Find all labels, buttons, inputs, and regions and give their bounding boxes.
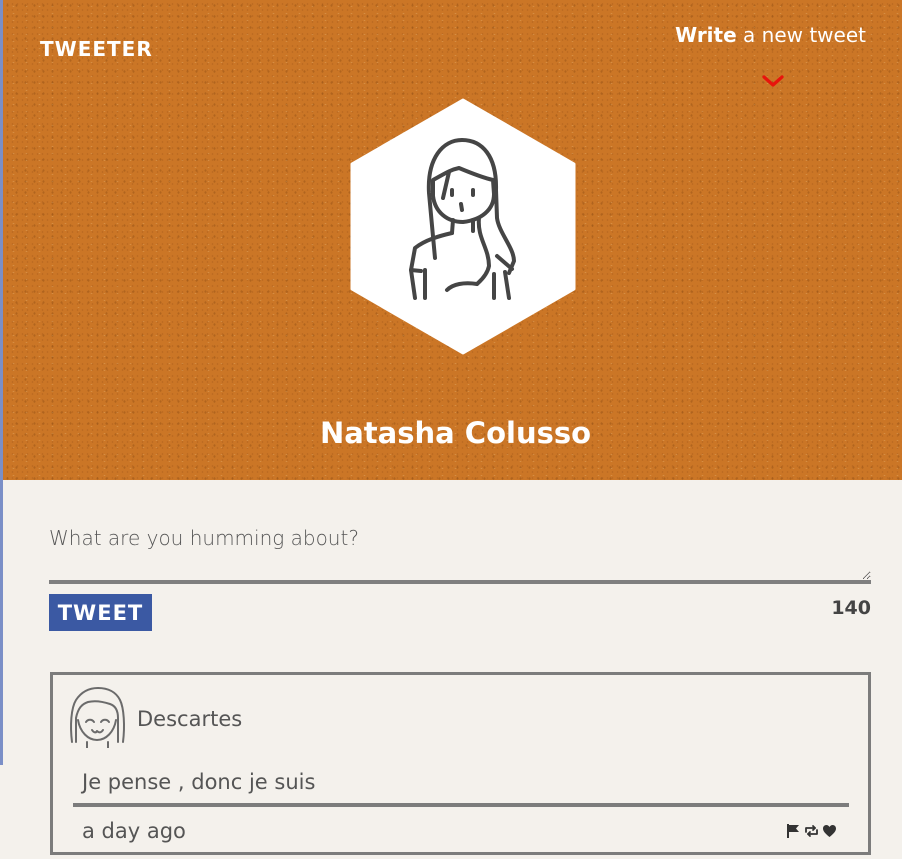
heart-icon[interactable]	[822, 823, 837, 839]
tweet-timestamp: a day ago	[82, 819, 186, 843]
flag-icon[interactable]	[786, 823, 801, 839]
app-logo[interactable]: TWEETER	[40, 37, 153, 61]
tweet-actions	[786, 821, 837, 841]
character-counter: 140	[831, 597, 871, 619]
tweet-card: Descartes Je pense , donc je suis a day …	[50, 672, 871, 855]
profile-header: TWEETER Write a new tweet Natasha Coluss…	[3, 0, 902, 480]
author-avatar	[70, 687, 125, 748]
chevron-down-icon[interactable]	[761, 74, 785, 88]
write-link-bold: Write	[675, 23, 737, 47]
tweet-button[interactable]: TWEET	[49, 594, 152, 631]
compose-area	[49, 518, 871, 588]
author-name[interactable]: Descartes	[137, 707, 242, 731]
profile-avatar	[350, 98, 576, 355]
write-new-tweet-link[interactable]: Write a new tweet	[675, 23, 866, 47]
retweet-icon[interactable]	[804, 823, 819, 839]
tweet-input[interactable]	[49, 518, 871, 584]
profile-name: Natasha Colusso	[319, 416, 592, 450]
write-link-rest: a new tweet	[743, 23, 866, 47]
tweet-divider	[73, 803, 849, 807]
tweet-text: Je pense , donc je suis	[82, 770, 316, 794]
